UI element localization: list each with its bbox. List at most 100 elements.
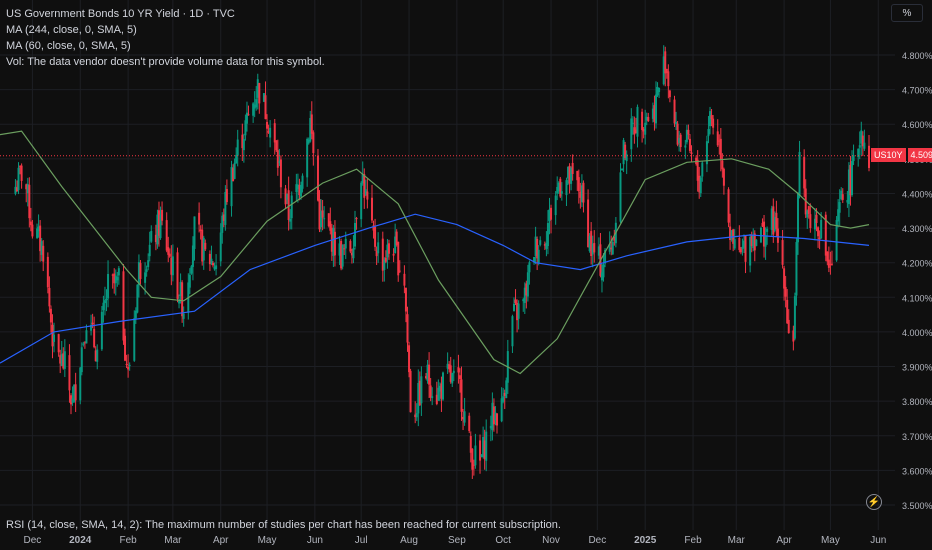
- candle-body: [554, 195, 557, 216]
- candle-body: [441, 372, 444, 400]
- candle-body: [458, 375, 461, 379]
- candle-body: [316, 155, 319, 201]
- price-tag-value: 4.509%: [907, 148, 932, 162]
- candle-body: [528, 262, 531, 273]
- y-tick-label: 3.800%: [902, 397, 932, 407]
- candle-body: [546, 223, 549, 247]
- x-tick-label: Dec: [24, 535, 42, 546]
- x-tick-label: 2024: [69, 535, 92, 546]
- ma-long-legend[interactable]: MA (244, close, 0, SMA, 5): [6, 22, 325, 38]
- candle-body: [384, 257, 387, 262]
- candle-body: [406, 314, 409, 343]
- candle-body: [266, 121, 269, 129]
- candle-body: [124, 335, 127, 361]
- candle-body: [392, 253, 395, 256]
- candle-body: [377, 242, 380, 254]
- candle-body: [100, 311, 103, 350]
- candle-body: [783, 268, 786, 289]
- ma-short-legend[interactable]: MA (60, close, 0, SMA, 5): [6, 38, 325, 54]
- candle-body: [775, 212, 778, 229]
- candle-body: [122, 271, 125, 341]
- x-tick-label: May: [821, 535, 840, 546]
- candle-body: [722, 168, 725, 186]
- candle-body: [582, 182, 585, 203]
- candle-body: [415, 413, 418, 418]
- candle-body: [215, 265, 218, 269]
- candle-body: [468, 415, 471, 431]
- candle-body: [344, 238, 347, 249]
- candle-body: [408, 345, 411, 373]
- candle-body: [148, 244, 151, 257]
- y-tick-label: 4.200%: [902, 259, 932, 269]
- candle-body: [851, 161, 854, 196]
- candle-body: [858, 145, 861, 148]
- candle-body: [539, 240, 542, 245]
- price-tag-symbol: US10Y: [871, 148, 906, 162]
- candle-body: [264, 95, 267, 120]
- candle-body: [343, 248, 346, 250]
- candle-body: [636, 106, 639, 137]
- grid-lines: [0, 0, 895, 530]
- chart-canvas[interactable]: 4.800%4.700%4.600%4.500%4.400%4.300%4.20…: [0, 0, 932, 550]
- candle-body: [710, 115, 713, 119]
- candle-body: [17, 167, 20, 191]
- x-tick-label: Nov: [542, 535, 560, 546]
- candle-body: [803, 156, 806, 189]
- ma-60-line: [0, 130, 870, 375]
- candle-body: [289, 218, 292, 222]
- candle-body: [738, 237, 741, 250]
- candle-body: [644, 122, 647, 135]
- candle-body: [699, 177, 702, 194]
- candle-body: [301, 175, 304, 189]
- candle-body: [517, 303, 520, 319]
- candle-body: [471, 448, 474, 470]
- candle-body: [838, 202, 841, 213]
- candle-body: [647, 116, 650, 122]
- candle-body: [565, 180, 568, 196]
- candle-body: [374, 226, 377, 247]
- candle-body: [91, 322, 94, 325]
- y-tick-label: 3.900%: [902, 363, 932, 373]
- candle-body: [79, 367, 82, 401]
- x-tick-label: Jun: [870, 535, 886, 546]
- unit-selector[interactable]: %: [891, 4, 923, 22]
- x-tick-label: Oct: [495, 535, 511, 546]
- candle-body: [830, 263, 833, 265]
- candle-body: [512, 303, 515, 312]
- x-tick-label: Feb: [684, 535, 702, 546]
- candle-body: [755, 239, 758, 246]
- x-tick-label: Feb: [119, 535, 137, 546]
- candlestick-series: [14, 45, 870, 479]
- candle-body: [431, 396, 434, 398]
- candle-body: [863, 142, 866, 149]
- candle-body: [559, 178, 562, 197]
- candle-body: [511, 316, 514, 347]
- candle-body: [276, 150, 279, 168]
- candle-body: [46, 256, 49, 288]
- candle-body: [550, 207, 553, 220]
- candle-body: [485, 431, 488, 461]
- candle-body: [514, 299, 517, 304]
- volume-note: Vol: The data vendor doesn't provide vol…: [6, 56, 325, 68]
- candle-body: [48, 287, 51, 307]
- candle-body: [145, 269, 148, 272]
- candle-body: [452, 370, 455, 374]
- candle-body: [306, 138, 309, 178]
- candle-body: [269, 127, 272, 138]
- lightning-icon[interactable]: ⚡: [866, 494, 882, 510]
- candle-body: [93, 328, 96, 348]
- candle-body: [815, 214, 818, 224]
- candle-body: [505, 380, 508, 399]
- candle-body: [793, 296, 796, 339]
- candle-body: [312, 132, 315, 154]
- candle-body: [105, 298, 108, 301]
- y-tick-label: 4.600%: [902, 120, 932, 130]
- x-tick-label: 2025: [634, 535, 657, 546]
- candle-body: [103, 300, 106, 304]
- candle-body: [193, 216, 196, 249]
- x-tick-label: Apr: [213, 535, 229, 546]
- candle-body: [188, 274, 191, 288]
- candle-body: [593, 243, 596, 253]
- candle-body: [739, 248, 742, 253]
- candle-body: [690, 152, 693, 155]
